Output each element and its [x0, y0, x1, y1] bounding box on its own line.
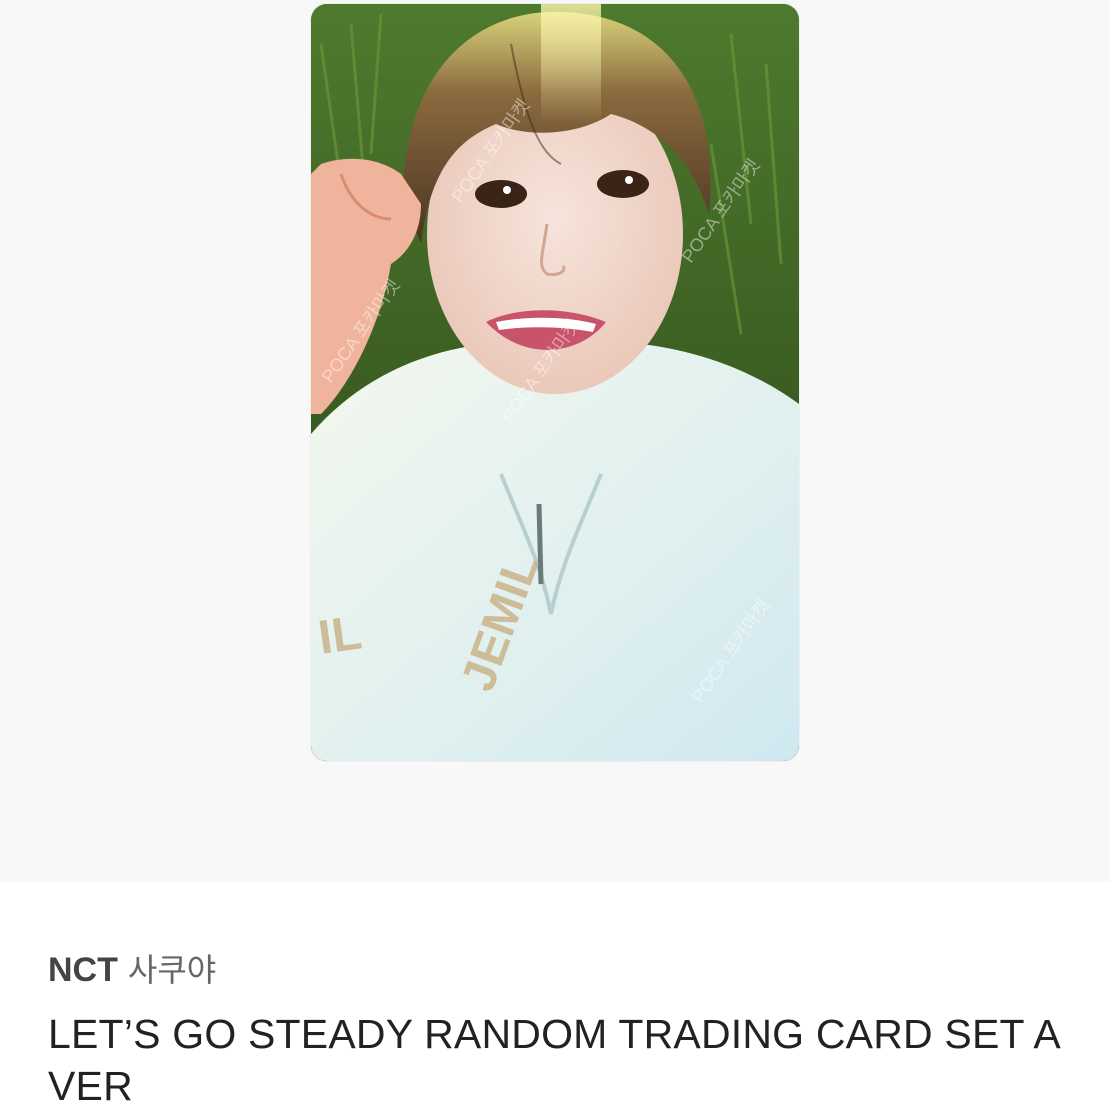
- group-name[interactable]: NCT: [48, 951, 118, 989]
- product-detail-page: IL JEMIL POCA 포카마켓 POCA 포카마켓 POCA 포카마켓 P…: [0, 0, 1110, 1110]
- photocard-image[interactable]: IL JEMIL POCA 포카마켓 POCA 포카마켓 POCA 포카마켓 P…: [311, 4, 799, 761]
- photocard-illustration: IL JEMIL POCA 포카마켓 POCA 포카마켓 POCA 포카마켓 P…: [311, 4, 799, 761]
- product-title: LET’S GO STEADY RANDOM TRADING CARD SET …: [48, 1011, 1059, 1109]
- svg-text:IL: IL: [315, 606, 365, 664]
- product-image-area[interactable]: IL JEMIL POCA 포카마켓 POCA 포카마켓 POCA 포카마켓 P…: [0, 0, 1110, 882]
- member-name[interactable]: 사쿠야: [128, 951, 216, 989]
- artist-line[interactable]: NCT 사쿠야: [48, 948, 216, 992]
